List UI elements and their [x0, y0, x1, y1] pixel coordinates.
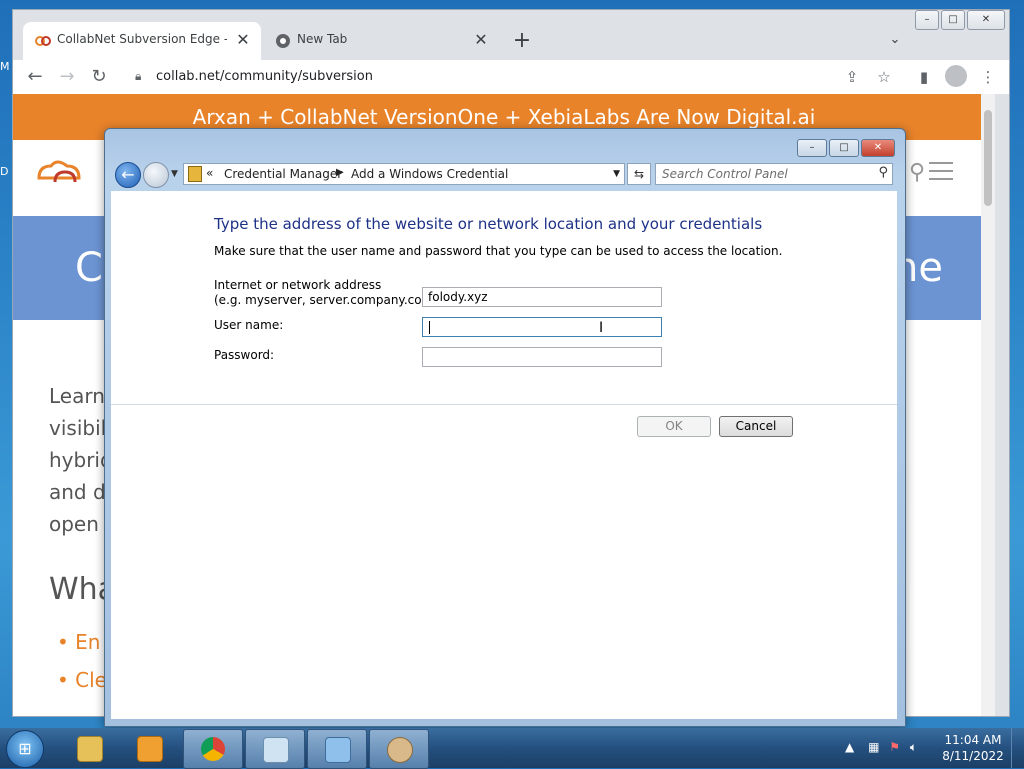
side-panel-icon[interactable]: ▮ — [913, 67, 935, 87]
control-panel-icon — [325, 737, 351, 763]
folder-icon — [77, 736, 103, 762]
lock-icon: 🔒︎ — [135, 69, 142, 83]
search-control-panel-input[interactable]: Search Control Panel ⚲ — [655, 163, 893, 185]
explorer-address-row: ← ▼ « Credential Manager ▶ Add a Windows… — [113, 161, 899, 188]
taskbar-users[interactable] — [369, 729, 429, 769]
forward-arrow-icon[interactable]: → — [55, 66, 79, 88]
tray-expand-icon[interactable]: ▲ — [845, 740, 854, 754]
text-caret — [429, 321, 430, 334]
ibeam-cursor-icon: I — [599, 320, 604, 336]
bullet-item[interactable]: • En — [57, 630, 100, 654]
tab-new-tab[interactable]: New Tab ✕ — [263, 22, 499, 60]
bullet-item[interactable]: • Cle — [57, 668, 107, 692]
window-close-button[interactable]: ✕ — [967, 10, 1005, 30]
taskbar-explorer[interactable] — [60, 729, 118, 767]
tab-close-icon[interactable]: ✕ — [471, 30, 491, 50]
start-button[interactable]: ⊞ — [6, 730, 44, 768]
show-desktop-button[interactable] — [1011, 728, 1024, 768]
clock-date: 8/11/2022 — [942, 749, 1004, 763]
tab-collabnet[interactable]: CollabNet Subversion Edge - Co ✕ — [23, 22, 261, 60]
search-placeholder: Search Control Panel — [662, 167, 788, 181]
address-label-line: Internet or network address — [214, 278, 382, 292]
taskbar-control-panel[interactable] — [307, 729, 367, 769]
bullet-text: Cle — [75, 668, 107, 692]
system-tray: ▲ ▦ ⚑ 🔈︎ — [845, 740, 917, 755]
tab-search-icon[interactable]: ⌄ — [885, 32, 905, 48]
tab-title: CollabNet Subversion Edge - Co — [57, 32, 227, 46]
hamburger-menu-icon[interactable] — [929, 162, 953, 180]
tab-strip: CollabNet Subversion Edge - Co ✕ New Tab… — [13, 10, 1009, 60]
volume-icon[interactable]: 🔈︎ — [910, 740, 917, 754]
breadcrumb-separator-icon[interactable]: ▶ — [336, 167, 344, 178]
new-tab-button[interactable]: + — [511, 30, 533, 52]
collabnet-favicon-icon — [35, 33, 51, 49]
dialog-maximize-button[interactable]: □ — [829, 139, 859, 157]
back-arrow-icon[interactable]: ← — [115, 162, 141, 188]
credential-manager-window: – □ ✕ ← ▼ « Credential Manager ▶ Add a W… — [104, 128, 906, 727]
bookmark-star-icon[interactable]: ☆ — [873, 67, 895, 87]
scrollbar-thumb[interactable] — [984, 110, 992, 206]
share-icon[interactable]: ⇪ — [841, 67, 863, 87]
breadcrumb-overflow[interactable]: « — [206, 166, 213, 180]
network-address-value: folody.xyz — [428, 290, 488, 304]
instructions-text: Make sure that the user name and passwor… — [214, 244, 783, 258]
recent-pages-dropdown-icon[interactable]: ▼ — [171, 169, 178, 179]
username-field[interactable]: I — [422, 317, 662, 337]
body-line: Learn — [49, 384, 105, 408]
address-label: Internet or network address (e.g. myserv… — [214, 278, 442, 308]
password-label: Password: — [214, 348, 275, 362]
page-title: Type the address of the website or netwo… — [214, 215, 763, 233]
notepad-icon — [263, 737, 289, 763]
hero-text-left: C — [75, 245, 103, 291]
address-label-line: (e.g. myserver, server.company.com): — [214, 293, 442, 307]
action-center-icon[interactable]: ⚑ — [889, 740, 900, 754]
dialog-content: Type the address of the website or netwo… — [111, 191, 897, 719]
reload-icon[interactable]: ↻ — [87, 66, 111, 88]
desktop-label: D — [0, 165, 9, 178]
chrome-favicon-icon — [275, 33, 291, 49]
clock[interactable]: 11:04 AM 8/11/2022 — [936, 732, 1010, 764]
media-player-icon — [137, 736, 163, 762]
taskbar: ⊞ ▲ ▦ ⚑ 🔈︎ 11:04 AM 8/11/2022 — [0, 728, 1024, 769]
breadcrumb-add-credential[interactable]: Add a Windows Credential — [351, 167, 508, 181]
address-bar[interactable]: 🔒︎ collab.net/community/subversion — [125, 63, 885, 91]
menu-dots-icon[interactable]: ⋮ — [977, 67, 999, 87]
forward-arrow-icon[interactable] — [143, 162, 169, 188]
users-icon — [387, 737, 413, 763]
bullet-text: En — [75, 630, 101, 654]
profile-avatar[interactable] — [945, 65, 967, 87]
refresh-icon[interactable]: ⇆ — [627, 163, 651, 185]
desktop-label: M — [0, 60, 10, 73]
username-label: User name: — [214, 318, 284, 332]
cancel-button[interactable]: Cancel — [719, 416, 793, 437]
site-search-icon[interactable]: ⚲ — [909, 160, 925, 185]
chrome-icon — [201, 737, 225, 761]
search-icon[interactable]: ⚲ — [878, 165, 888, 180]
credential-manager-icon — [188, 166, 202, 182]
taskbar-chrome[interactable] — [183, 729, 243, 769]
maximize-button[interactable]: □ — [941, 10, 965, 30]
breadcrumb-dropdown-icon[interactable]: ▼ — [613, 169, 620, 179]
breadcrumb-credential-manager[interactable]: Credential Manager — [224, 167, 342, 181]
password-field[interactable] — [422, 347, 662, 367]
minimize-button[interactable]: – — [915, 10, 939, 30]
url-text: collab.net/community/subversion — [156, 69, 373, 84]
ok-button[interactable]: OK — [637, 416, 711, 437]
tab-close-icon[interactable]: ✕ — [233, 30, 253, 50]
collabnet-logo-icon[interactable] — [33, 152, 93, 195]
dialog-close-button[interactable]: ✕ — [861, 139, 895, 157]
page-scrollbar[interactable] — [981, 94, 995, 716]
browser-toolbar: ← → ↻ 🔒︎ collab.net/community/subversion… — [13, 60, 1009, 94]
breadcrumb[interactable]: « Credential Manager ▶ Add a Windows Cre… — [183, 163, 625, 185]
dialog-minimize-button[interactable]: – — [797, 139, 827, 157]
taskbar-media-player[interactable] — [120, 729, 178, 767]
back-arrow-icon[interactable]: ← — [23, 66, 47, 88]
network-icon[interactable]: ▦ — [868, 740, 879, 754]
divider — [111, 404, 897, 405]
clock-time: 11:04 AM — [944, 733, 1002, 747]
body-line: visibili — [49, 416, 112, 440]
tab-title: New Tab — [297, 32, 348, 46]
taskbar-notepad[interactable] — [245, 729, 305, 769]
network-address-field[interactable]: folody.xyz — [422, 287, 662, 307]
